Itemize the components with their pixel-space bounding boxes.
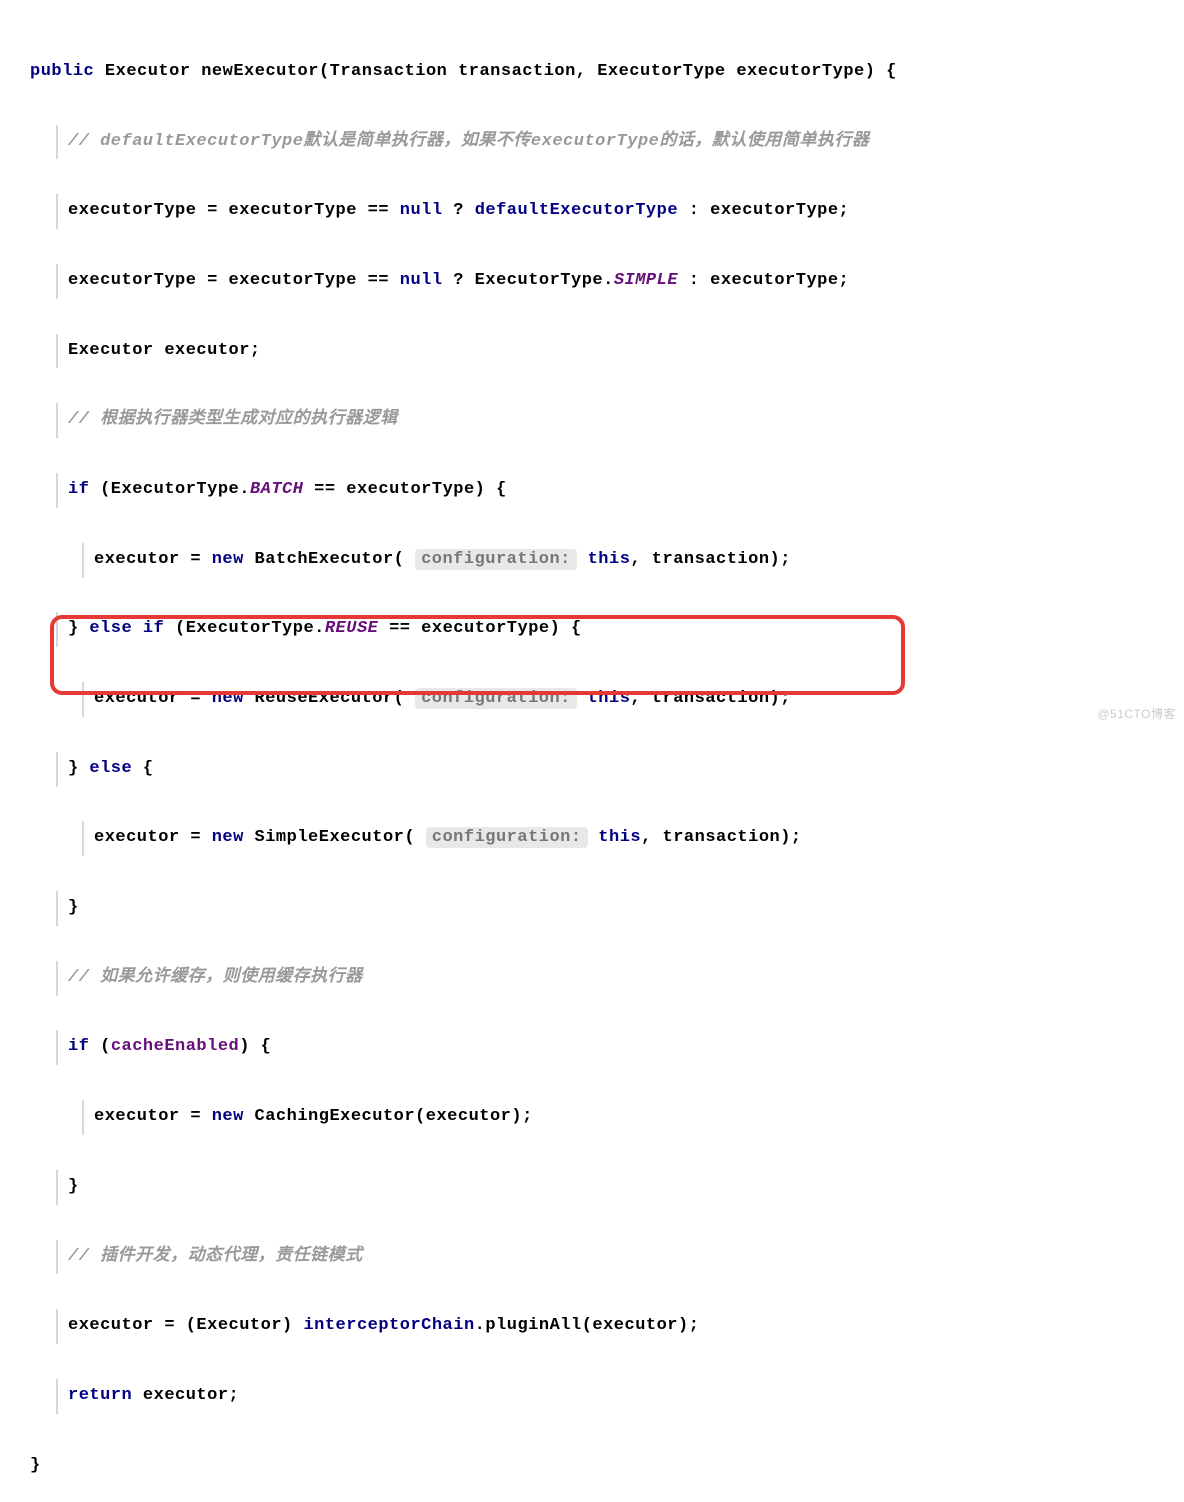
token-keyword: this	[588, 550, 631, 569]
token-keyword: return	[68, 1386, 132, 1405]
token-keyword: new	[212, 828, 244, 847]
token-plain: ) {	[239, 1037, 271, 1056]
token-keyword: this	[588, 689, 631, 708]
code-line: // defaultExecutorType默认是简单执行器，如果不传execu…	[56, 125, 1154, 160]
token-comment: // defaultExecutorType默认是简单执行器，如果不传execu…	[68, 132, 869, 151]
code-line: public Executor newExecutor(Transaction …	[30, 55, 1154, 90]
token-plain: .pluginAll(executor);	[475, 1316, 700, 1335]
token-keyword: new	[212, 689, 244, 708]
token-keyword: if	[68, 480, 89, 499]
token-plain: (ExecutorType.	[164, 619, 325, 638]
token-plain: Executor executor;	[68, 341, 261, 360]
token-plain: executor =	[94, 689, 212, 708]
token-plain: ReuseExecutor(	[244, 689, 415, 708]
token-plain: }	[68, 619, 89, 638]
token-comment: // 如果允许缓存，则使用缓存执行器	[68, 968, 363, 987]
code-line: // 根据执行器类型生成对应的执行器逻辑	[56, 403, 1154, 438]
token-plain: ? ExecutorType.	[443, 271, 614, 290]
code-line: if (ExecutorType.BATCH == executorType) …	[56, 473, 1154, 508]
token-plain: executor = (Executor)	[68, 1316, 303, 1335]
code-line: executor = (Executor) interceptorChain.p…	[56, 1309, 1154, 1344]
token-plain: executorType = executorType ==	[68, 201, 400, 220]
token-plain: : executorType;	[678, 271, 849, 290]
code-line: } else {	[56, 752, 1154, 787]
token-field: defaultExecutorType	[475, 201, 678, 220]
code-block: public Executor newExecutor(Transaction …	[30, 20, 1154, 1502]
token-plain: }	[68, 898, 79, 917]
token-plain: executor =	[94, 1107, 212, 1126]
token-plain: executorType = executorType ==	[68, 271, 400, 290]
parameter-hint: configuration:	[426, 827, 588, 848]
token-enum: BATCH	[250, 480, 304, 499]
token-plain: == executorType) {	[303, 480, 506, 499]
code-line: }	[56, 891, 1154, 926]
token-keyword: null	[400, 201, 443, 220]
token-plain: }	[68, 759, 89, 778]
token-keyword: else	[89, 759, 132, 778]
token-plain: Executor newExecutor(Transaction transac…	[94, 62, 897, 81]
code-line: executor = new SimpleExecutor( configura…	[82, 821, 1154, 856]
code-line: } else if (ExecutorType.REUSE == executo…	[56, 612, 1154, 647]
token-plain: ?	[443, 201, 475, 220]
token-plain: }	[68, 1177, 79, 1196]
token-plain: executor =	[94, 550, 212, 569]
token-plain: SimpleExecutor(	[244, 828, 426, 847]
parameter-hint: configuration:	[415, 688, 577, 709]
token-plain: , transaction);	[630, 550, 791, 569]
code-line: // 插件开发，动态代理，责任链模式	[56, 1240, 1154, 1275]
code-line: Executor executor;	[56, 334, 1154, 369]
code-line: executorType = executorType == null ? Ex…	[56, 264, 1154, 299]
token-plain: }	[30, 1456, 41, 1475]
code-line: if (cacheEnabled) {	[56, 1030, 1154, 1065]
token-plain: executor;	[132, 1386, 239, 1405]
parameter-hint: configuration:	[415, 549, 577, 570]
code-line: executor = new CachingExecutor(executor)…	[82, 1100, 1154, 1135]
token-plain: BatchExecutor(	[244, 550, 415, 569]
token-keyword: new	[212, 1107, 244, 1126]
code-line: }	[56, 1170, 1154, 1205]
token-plain: , transaction);	[641, 828, 802, 847]
token-plain: executor =	[94, 828, 212, 847]
token-keyword: public	[30, 62, 94, 81]
token-plain: CachingExecutor(executor);	[244, 1107, 533, 1126]
token-plain: == executorType) {	[378, 619, 581, 638]
code-line: executorType = executorType == null ? de…	[56, 194, 1154, 229]
token-field: cacheEnabled	[111, 1037, 239, 1056]
token-keyword: null	[400, 271, 443, 290]
token-keyword: else if	[89, 619, 164, 638]
token-plain: , transaction);	[630, 689, 791, 708]
watermark-text: @51CTO博客	[1097, 702, 1176, 727]
token-plain: (ExecutorType.	[89, 480, 250, 499]
token-comment: // 根据执行器类型生成对应的执行器逻辑	[68, 410, 398, 429]
code-line: // 如果允许缓存，则使用缓存执行器	[56, 961, 1154, 996]
token-plain: {	[132, 759, 153, 778]
token-keyword: new	[212, 550, 244, 569]
code-line: executor = new ReuseExecutor( configurat…	[82, 682, 1154, 717]
token-enum: REUSE	[325, 619, 379, 638]
code-line: return executor;	[56, 1379, 1154, 1414]
token-keyword: if	[68, 1037, 89, 1056]
code-line: }	[30, 1449, 1154, 1484]
token-enum: SIMPLE	[614, 271, 678, 290]
code-line: executor = new BatchExecutor( configurat…	[82, 543, 1154, 578]
token-field: interceptorChain	[303, 1316, 474, 1335]
token-plain: (	[89, 1037, 110, 1056]
token-comment: // 插件开发，动态代理，责任链模式	[68, 1247, 363, 1266]
token-plain: : executorType;	[678, 201, 849, 220]
token-keyword: this	[598, 828, 641, 847]
